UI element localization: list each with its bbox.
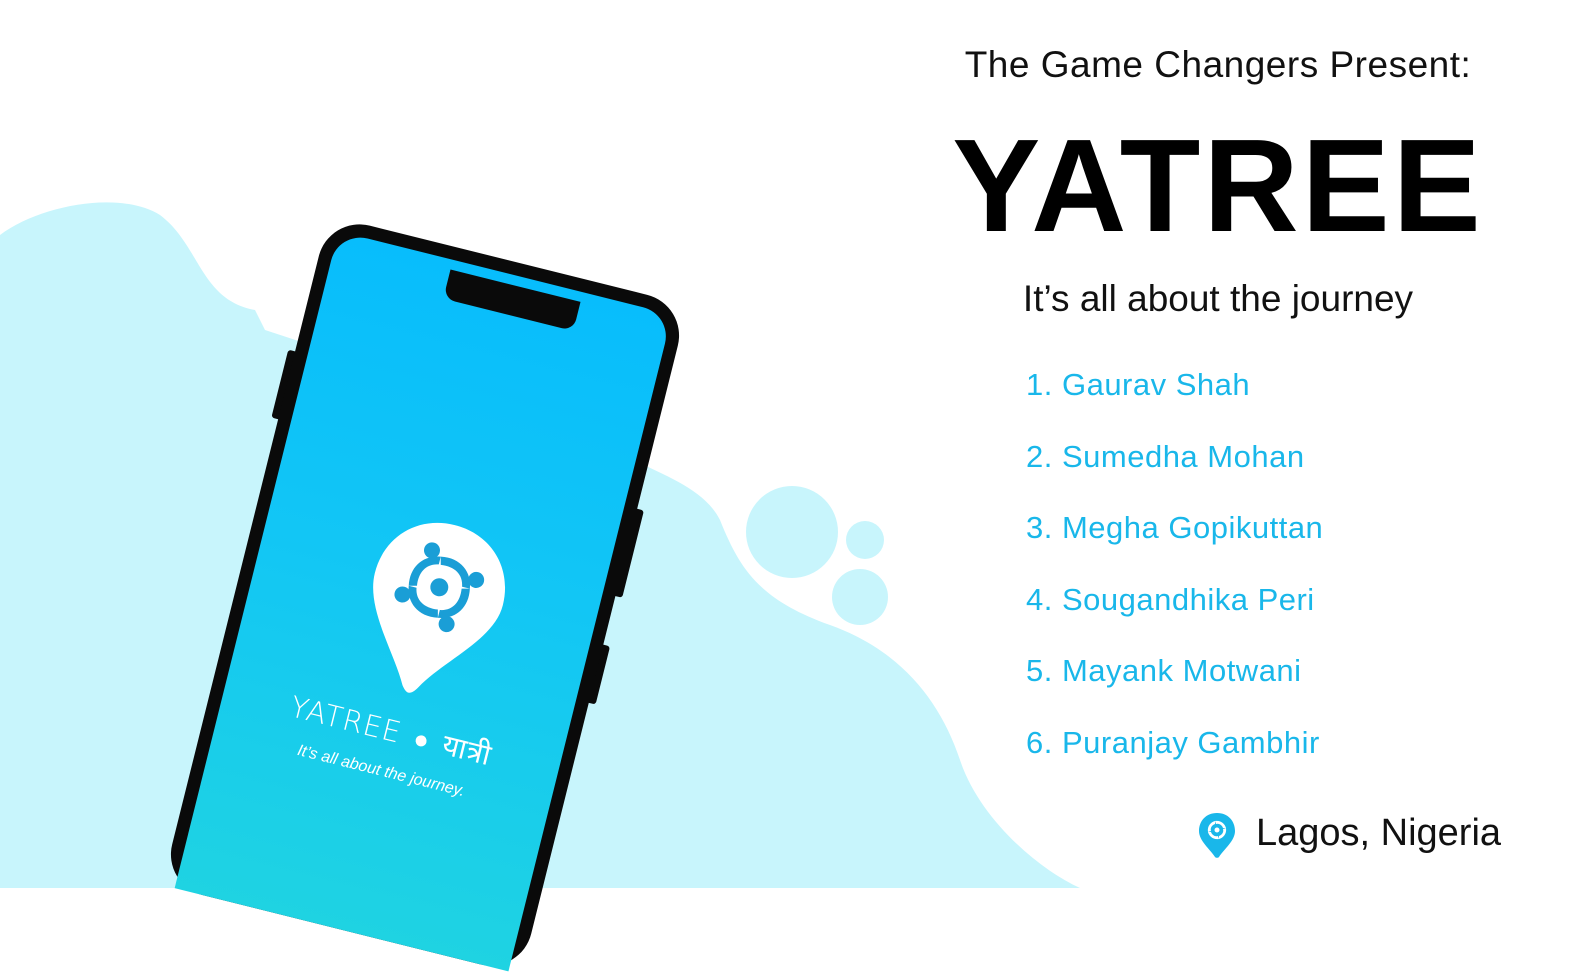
location-text: Lagos, Nigeria: [1256, 812, 1502, 854]
app-logo-pin-icon: [373, 522, 506, 693]
background-bubble-medium: [832, 569, 888, 625]
team-member-2: 2. Sumedha Mohan: [1026, 438, 1305, 474]
location-pin-icon: [1199, 813, 1235, 858]
presenter-line: The Game Changers Present:: [964, 44, 1472, 85]
background-bubble-large: [746, 486, 838, 578]
team-member-3: 3. Megha Gopikuttan: [1026, 510, 1324, 545]
team-member-5: 5. Mayank Motwani: [1026, 653, 1302, 688]
background-bubble-small: [846, 521, 884, 559]
app-name: YATREE: [286, 689, 406, 750]
phone-notch: [443, 269, 581, 332]
team-members-list: 1. Gaurav Shah 2. Sumedha Mohan 3. Megha…: [1026, 362, 1323, 791]
page-title: YATREE: [952, 112, 1484, 259]
app-name-hindi: यात्री: [438, 727, 496, 773]
tagline: It’s all about the journey: [1022, 278, 1414, 319]
separator-dot: [414, 733, 429, 748]
team-member-6: 6. Puranjay Gambhir: [1026, 724, 1320, 760]
team-member-1: 1. Gaurav Shah: [1026, 367, 1251, 402]
team-member-4: 4. Sougandhika Peri: [1026, 581, 1315, 617]
